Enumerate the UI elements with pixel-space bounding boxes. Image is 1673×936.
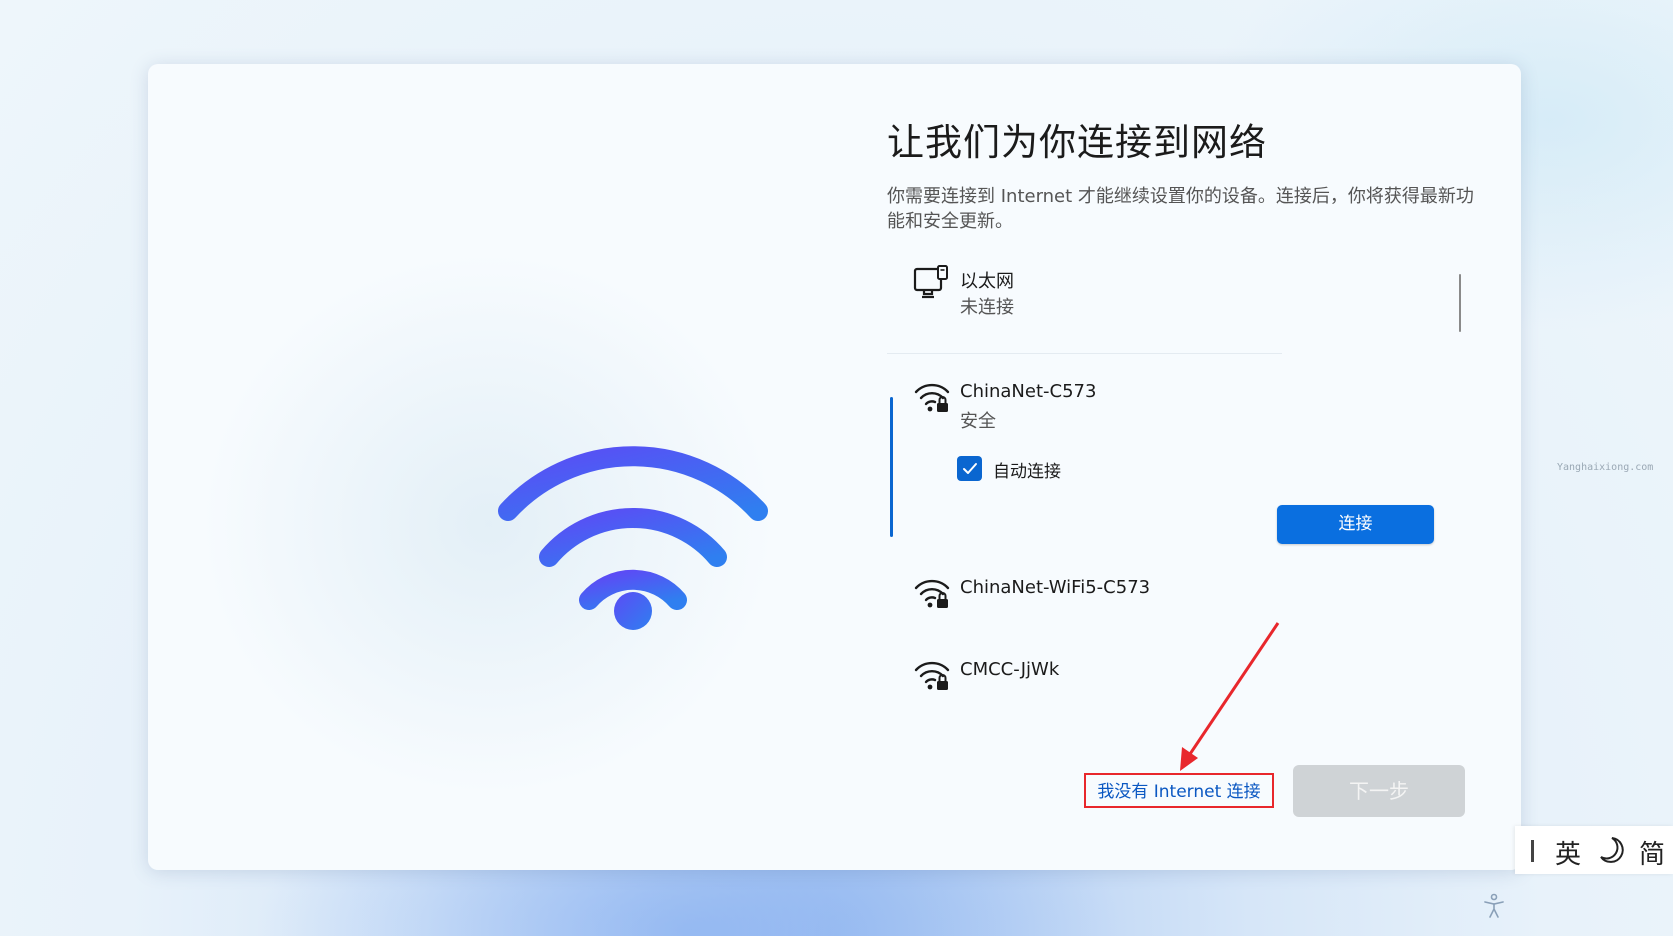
wifi-secure-icon bbox=[914, 383, 950, 412]
wifi-secure-icon bbox=[914, 579, 950, 608]
accessibility-icon[interactable] bbox=[1482, 893, 1506, 919]
network-status: 未连接 bbox=[960, 297, 1014, 318]
ime-toolbar[interactable]: 英 简 bbox=[1515, 826, 1673, 874]
ime-language-toggle[interactable]: 英 bbox=[1555, 834, 1581, 871]
network-name: ChinaNet-C573 bbox=[960, 381, 1097, 402]
wifi-hero-icon bbox=[498, 446, 768, 630]
ime-grip[interactable] bbox=[1531, 840, 1534, 862]
network-item-chinanet-c573[interactable]: ChinaNet-C573 安全 bbox=[887, 378, 1277, 538]
network-name: CMCC-JjWk bbox=[960, 659, 1060, 680]
page-title: 让我们为你连接到网络 bbox=[887, 121, 1267, 164]
network-name: ChinaNet-WiFi5-C573 bbox=[960, 577, 1151, 598]
network-status: 安全 bbox=[960, 411, 996, 432]
checkmark-icon bbox=[963, 463, 977, 474]
watermark: Yanghaixiong.com bbox=[1557, 462, 1654, 473]
auto-connect-checkbox[interactable] bbox=[957, 456, 982, 481]
annotation-arrow bbox=[1180, 622, 1280, 771]
network-item-ethernet[interactable]: 以太网 未连接 bbox=[887, 264, 1277, 320]
page-description: 你需要连接到 Internet 才能继续设置你的设备。连接后，你将获得最新功能和… bbox=[887, 186, 1474, 232]
network-item-chinanet-wifi5-c573[interactable]: ChinaNet-WiFi5-C573 bbox=[887, 574, 1277, 614]
network-name: 以太网 bbox=[960, 271, 1014, 292]
ethernet-icon bbox=[913, 265, 948, 299]
wifi-secure-icon bbox=[914, 661, 950, 690]
next-button[interactable]: 下一步 bbox=[1293, 765, 1465, 817]
auto-connect-label: 自动连接 bbox=[993, 462, 1061, 482]
ime-mode-toggle[interactable]: 简 bbox=[1639, 834, 1665, 871]
connect-button[interactable]: 连接 bbox=[1277, 505, 1434, 544]
no-internet-link[interactable]: 我没有 Internet 连接 bbox=[1084, 773, 1274, 808]
moon-icon[interactable] bbox=[1598, 835, 1626, 865]
